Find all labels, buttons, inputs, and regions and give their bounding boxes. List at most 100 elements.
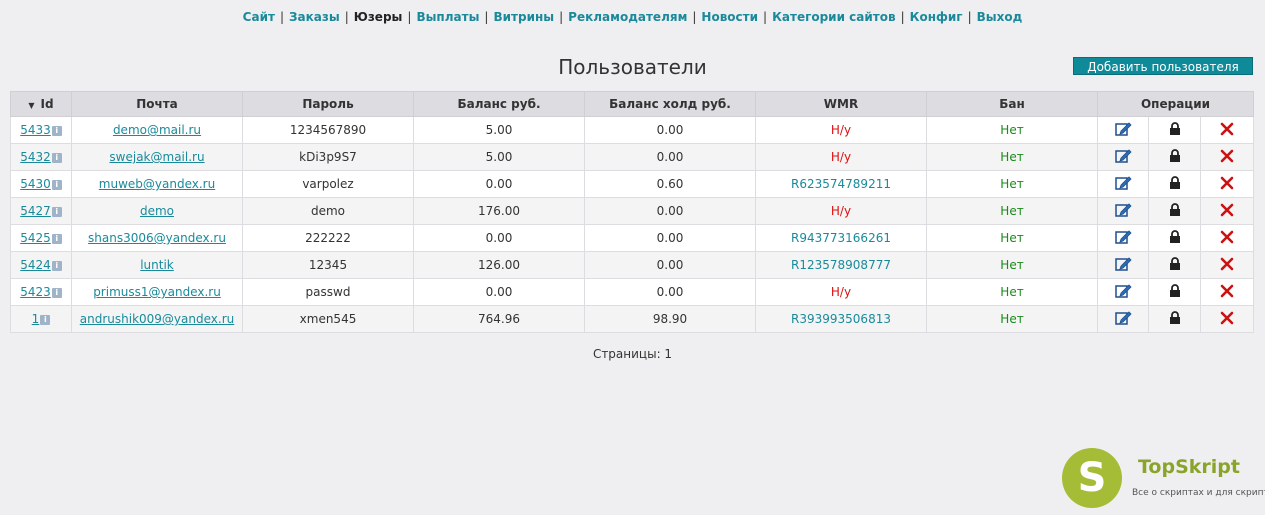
nav-link-9[interactable]: Выход: [977, 10, 1023, 24]
table-row: 5430 i muweb@yandex.ru varpolez 0.00 0.60 R623…: [10, 170, 1254, 198]
lock-icon[interactable]: [1169, 229, 1181, 247]
edit-icon[interactable]: [1114, 175, 1132, 194]
nav-link-7[interactable]: Категории сайтов: [772, 10, 896, 24]
info-icon[interactable]: i: [51, 180, 62, 190]
delete-icon[interactable]: [1220, 311, 1234, 328]
ban-status: Нет: [1000, 177, 1024, 191]
user-id-link[interactable]: 5423: [20, 285, 51, 299]
edit-icon[interactable]: [1114, 283, 1132, 302]
edit-icon[interactable]: [1114, 229, 1132, 248]
info-icon[interactable]: i: [51, 288, 62, 298]
edit-icon[interactable]: [1114, 310, 1132, 329]
nav-link-3[interactable]: Выплаты: [416, 10, 479, 24]
delete-icon[interactable]: [1220, 122, 1234, 139]
user-id-link[interactable]: 5432: [20, 150, 51, 164]
user-email-link[interactable]: swejak@mail.ru: [109, 150, 204, 164]
column-header-operations: Операции: [1097, 91, 1254, 117]
cell-ban: Нет: [926, 143, 1098, 171]
lock-icon[interactable]: [1169, 310, 1181, 328]
cell-wmr: R623574789211: [755, 170, 927, 198]
delete-icon[interactable]: [1220, 203, 1234, 220]
info-icon[interactable]: i: [51, 261, 62, 271]
cell-lock: [1148, 278, 1201, 306]
delete-icon[interactable]: [1220, 149, 1234, 166]
nav-link-4[interactable]: Витрины: [493, 10, 554, 24]
cell-id: 5432 i: [10, 143, 72, 171]
nav-link-6[interactable]: Новости: [701, 10, 758, 24]
logo-letter: S: [1077, 455, 1107, 501]
wmr-value: Н/у: [830, 123, 852, 137]
cell-balance: 764.96: [413, 305, 585, 333]
delete-icon[interactable]: [1220, 176, 1234, 193]
table-header-row: ▼ Id Почта Пароль Баланс руб. Баланс холд…: [10, 91, 1254, 117]
cell-delete: [1200, 116, 1254, 144]
info-icon[interactable]: i: [51, 234, 62, 244]
user-id-link[interactable]: 5433: [20, 123, 51, 137]
lock-icon[interactable]: [1169, 121, 1181, 139]
cell-wmr: R943773166261: [755, 224, 927, 252]
cell-id: 5433 i: [10, 116, 72, 144]
lock-icon[interactable]: [1169, 256, 1181, 274]
cell-lock: [1148, 251, 1201, 279]
cell-email: demo@mail.ru: [71, 116, 243, 144]
cell-balance: 0.00: [413, 278, 585, 306]
lock-icon[interactable]: [1169, 283, 1181, 301]
cell-hold-balance: 0.60: [584, 170, 756, 198]
delete-icon[interactable]: [1220, 284, 1234, 301]
edit-icon[interactable]: [1114, 121, 1132, 140]
cell-hold-balance: 0.00: [584, 278, 756, 306]
cell-edit: [1097, 305, 1149, 333]
ban-status: Нет: [1000, 204, 1024, 218]
cell-wmr: Н/у: [755, 116, 927, 144]
user-id-link[interactable]: 5427: [20, 204, 51, 218]
user-email-link[interactable]: luntik: [140, 258, 174, 272]
lock-icon[interactable]: [1169, 202, 1181, 220]
lock-icon[interactable]: [1169, 175, 1181, 193]
info-icon[interactable]: i: [51, 126, 62, 136]
nav-separator: |: [900, 10, 905, 24]
cell-email: muweb@yandex.ru: [71, 170, 243, 198]
column-header-hold-balance: Баланс холд руб.: [584, 91, 756, 117]
nav-separator: |: [559, 10, 564, 24]
info-icon[interactable]: i: [51, 207, 62, 217]
ban-status: Нет: [1000, 150, 1024, 164]
column-header-id[interactable]: ▼ Id: [10, 91, 72, 117]
add-user-button[interactable]: Добавить пользователя: [1073, 57, 1253, 75]
cell-id: 5423 i: [10, 278, 72, 306]
user-email-link[interactable]: demo@mail.ru: [113, 123, 201, 137]
nav-link-8[interactable]: Конфиг: [910, 10, 963, 24]
delete-icon[interactable]: [1220, 230, 1234, 247]
user-email-link[interactable]: muweb@yandex.ru: [99, 177, 215, 191]
nav-link-2[interactable]: Юзеры: [354, 10, 403, 24]
nav-link-0[interactable]: Сайт: [243, 10, 275, 24]
lock-icon[interactable]: [1169, 148, 1181, 166]
cell-delete: [1200, 170, 1254, 198]
user-id-link[interactable]: 5430: [20, 177, 51, 191]
cell-lock: [1148, 143, 1201, 171]
cell-edit: [1097, 197, 1149, 225]
info-icon[interactable]: i: [51, 153, 62, 163]
cell-password: demo: [242, 197, 414, 225]
user-id-link[interactable]: 5424: [20, 258, 51, 272]
info-icon[interactable]: i: [40, 315, 51, 325]
cell-ban: Нет: [926, 116, 1098, 144]
user-email-link[interactable]: andrushik009@yandex.ru: [80, 312, 234, 326]
cell-lock: [1148, 224, 1201, 252]
topskript-logo: S TopSkript Все о скриптах и для скрипто…: [1062, 446, 1265, 510]
edit-icon[interactable]: [1114, 202, 1132, 221]
user-email-link[interactable]: primuss1@yandex.ru: [93, 285, 221, 299]
user-email-link[interactable]: demo: [140, 204, 174, 218]
delete-icon[interactable]: [1220, 257, 1234, 274]
column-header-wmr: WMR: [755, 91, 927, 117]
user-email-link[interactable]: shans3006@yandex.ru: [88, 231, 226, 245]
nav-link-1[interactable]: Заказы: [289, 10, 340, 24]
nav-separator: |: [279, 10, 284, 24]
cell-ban: Нет: [926, 305, 1098, 333]
user-id-link[interactable]: 1: [32, 312, 40, 326]
edit-icon[interactable]: [1114, 256, 1132, 275]
cell-edit: [1097, 251, 1149, 279]
nav-link-5[interactable]: Рекламодателям: [568, 10, 687, 24]
user-id-link[interactable]: 5425: [20, 231, 51, 245]
edit-icon[interactable]: [1114, 148, 1132, 167]
cell-password: kDi3p9S7: [242, 143, 414, 171]
